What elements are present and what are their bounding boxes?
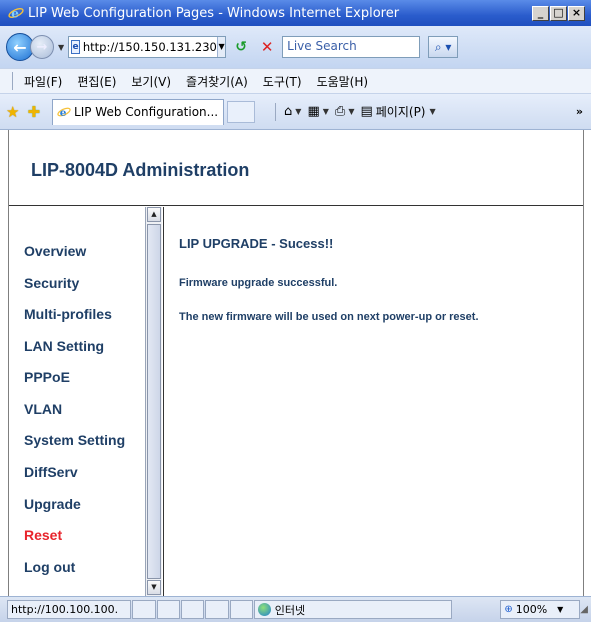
page-menu[interactable]: 페이지(P) <box>376 103 426 120</box>
add-favorite-icon[interactable]: ✚ <box>27 103 40 121</box>
status-bar: http://100.100.100. 인터넷 ⊕ 100% ▼ ◢ <box>0 596 591 622</box>
scroll-down-icon[interactable]: ▼ <box>147 580 161 595</box>
search-button[interactable]: ⌕ ▾ <box>428 36 459 58</box>
upgrade-status-heading: LIP UPGRADE - Sucess!! <box>179 236 334 251</box>
window-title: LIP Web Configuration Pages - Windows In… <box>28 5 400 21</box>
menu-edit[interactable]: 편집(E) <box>77 73 116 90</box>
page-menu-icon: ▤ <box>360 104 373 119</box>
minimize-button[interactable]: _ <box>532 5 549 21</box>
forward-arrow-icon: → <box>36 39 48 55</box>
globe-icon <box>257 603 271 616</box>
nav-overview[interactable]: Overview <box>24 243 86 259</box>
forward-button[interactable]: → <box>30 35 54 59</box>
feeds-icon[interactable]: ▦ <box>307 104 319 119</box>
zoom-control[interactable]: ⊕ 100% ▼ <box>500 600 581 619</box>
new-tab-button[interactable] <box>227 100 256 123</box>
menu-tools[interactable]: 도구(T) <box>263 73 302 90</box>
status-url: http://100.100.100. <box>7 600 132 619</box>
nav-system-setting[interactable]: System Setting <box>24 432 125 448</box>
close-button[interactable]: × <box>568 5 585 21</box>
nav-reset[interactable]: Reset <box>24 527 62 543</box>
page-title: LIP-8004D Administration <box>31 160 250 180</box>
address-toolbar: ← → ▼ e http://150.150.131.230 ▼ ↺ ✕ Liv… <box>0 26 591 68</box>
page-icon: e <box>71 40 80 54</box>
nav-lan-setting[interactable]: LAN Setting <box>24 338 104 354</box>
toolbar-overflow-icon[interactable]: » <box>576 105 583 118</box>
menu-help[interactable]: 도움말(H) <box>317 73 369 90</box>
svg-text:e: e <box>11 7 19 21</box>
stop-icon: ✕ <box>260 38 274 56</box>
search-input[interactable]: Live Search <box>282 36 421 58</box>
resize-grip-icon[interactable]: ◢ <box>580 604 588 615</box>
menu-view[interactable]: 보기(V) <box>131 73 171 90</box>
window-controls: _ □ × <box>532 5 585 21</box>
tab-toolbar: ★ ✚ e LIP Web Configuration... ⌂ ▼ ▦ ▼ ⎙ ▼ … <box>0 94 591 130</box>
back-arrow-icon: ← <box>13 37 27 57</box>
address-dropdown-icon[interactable]: ▼ <box>216 37 226 57</box>
print-dropdown-icon[interactable]: ▼ <box>348 107 354 116</box>
scroll-up-icon[interactable]: ▲ <box>147 207 161 222</box>
search-icon: ⌕ ▾ <box>434 39 452 54</box>
address-url: http://150.150.131.230 <box>82 40 217 54</box>
status-cell <box>156 600 180 619</box>
status-cell <box>132 600 156 619</box>
nav-diffserv[interactable]: DiffServ <box>24 464 78 480</box>
web-page: LIP-8004D Administration Overview Securi… <box>8 130 584 596</box>
zoom-icon: ⊕ <box>504 604 513 615</box>
menu-favorites[interactable]: 즐겨찾기(A) <box>186 73 248 90</box>
sidebar-scrollbar[interactable]: ▲ ▼ <box>145 207 162 596</box>
status-spacer <box>452 600 500 619</box>
status-cell <box>229 600 253 619</box>
tab-ie-icon: e <box>57 107 71 119</box>
nav-log-out[interactable]: Log out <box>24 559 75 575</box>
refresh-button[interactable]: ↺ <box>230 36 252 58</box>
zoom-dropdown-icon[interactable]: ▼ <box>557 605 563 614</box>
menu-bar: 파일(F) 편집(E) 보기(V) 즐겨찾기(A) 도구(T) 도움말(H) <box>0 68 591 94</box>
ie-logo-icon: e <box>8 7 24 21</box>
favorites-star-icon[interactable]: ★ <box>6 103 19 121</box>
nav-upgrade[interactable]: Upgrade <box>24 496 81 512</box>
feeds-dropdown-icon[interactable]: ▼ <box>323 107 329 116</box>
history-dropdown-icon[interactable]: ▼ <box>58 43 64 52</box>
menu-file[interactable]: 파일(F) <box>24 73 62 90</box>
scrollbar-thumb[interactable] <box>147 224 161 579</box>
browser-tab[interactable]: e LIP Web Configuration... <box>52 98 225 125</box>
refresh-icon: ↺ <box>235 39 248 55</box>
page-header: LIP-8004D Administration <box>9 130 583 206</box>
sidebar-nav: Overview Security Multi-profiles LAN Set… <box>9 207 145 596</box>
window-title-bar[interactable]: e LIP Web Configuration Pages - Windows … <box>0 0 591 26</box>
address-bar[interactable]: e http://150.150.131.230 ▼ <box>68 36 227 58</box>
main-content: LIP UPGRADE - Sucess!! Firmware upgrade … <box>163 207 583 596</box>
page-menu-dropdown-icon[interactable]: ▼ <box>430 107 436 116</box>
security-zone[interactable]: 인터넷 <box>253 600 453 619</box>
nav-multi-profiles[interactable]: Multi-profiles <box>24 306 112 322</box>
menu-grip[interactable] <box>12 72 14 90</box>
upgrade-success-message: Firmware upgrade successful. <box>179 277 338 289</box>
home-icon[interactable]: ⌂ <box>284 104 292 119</box>
status-cell <box>180 600 205 619</box>
maximize-button[interactable]: □ <box>550 5 567 21</box>
zoom-level: 100% <box>515 603 548 616</box>
upgrade-note-message: The new firmware will be used on next po… <box>179 311 479 323</box>
zone-label: 인터넷 <box>274 603 306 617</box>
command-bar: ⌂ ▼ ▦ ▼ ⎙ ▼ ▤ 페이지(P) ▼ <box>267 102 442 121</box>
nav-vlan[interactable]: VLAN <box>24 401 62 417</box>
svg-text:e: e <box>60 107 67 119</box>
home-dropdown-icon[interactable]: ▼ <box>295 107 301 116</box>
nav-pppoe[interactable]: PPPoE <box>24 369 70 385</box>
nav-security[interactable]: Security <box>24 275 79 291</box>
stop-button[interactable]: ✕ <box>256 36 278 58</box>
print-icon[interactable]: ⎙ <box>335 104 345 119</box>
toolbar-separator <box>275 102 277 121</box>
tab-label: LIP Web Configuration... <box>74 105 219 119</box>
status-cell <box>205 600 229 619</box>
